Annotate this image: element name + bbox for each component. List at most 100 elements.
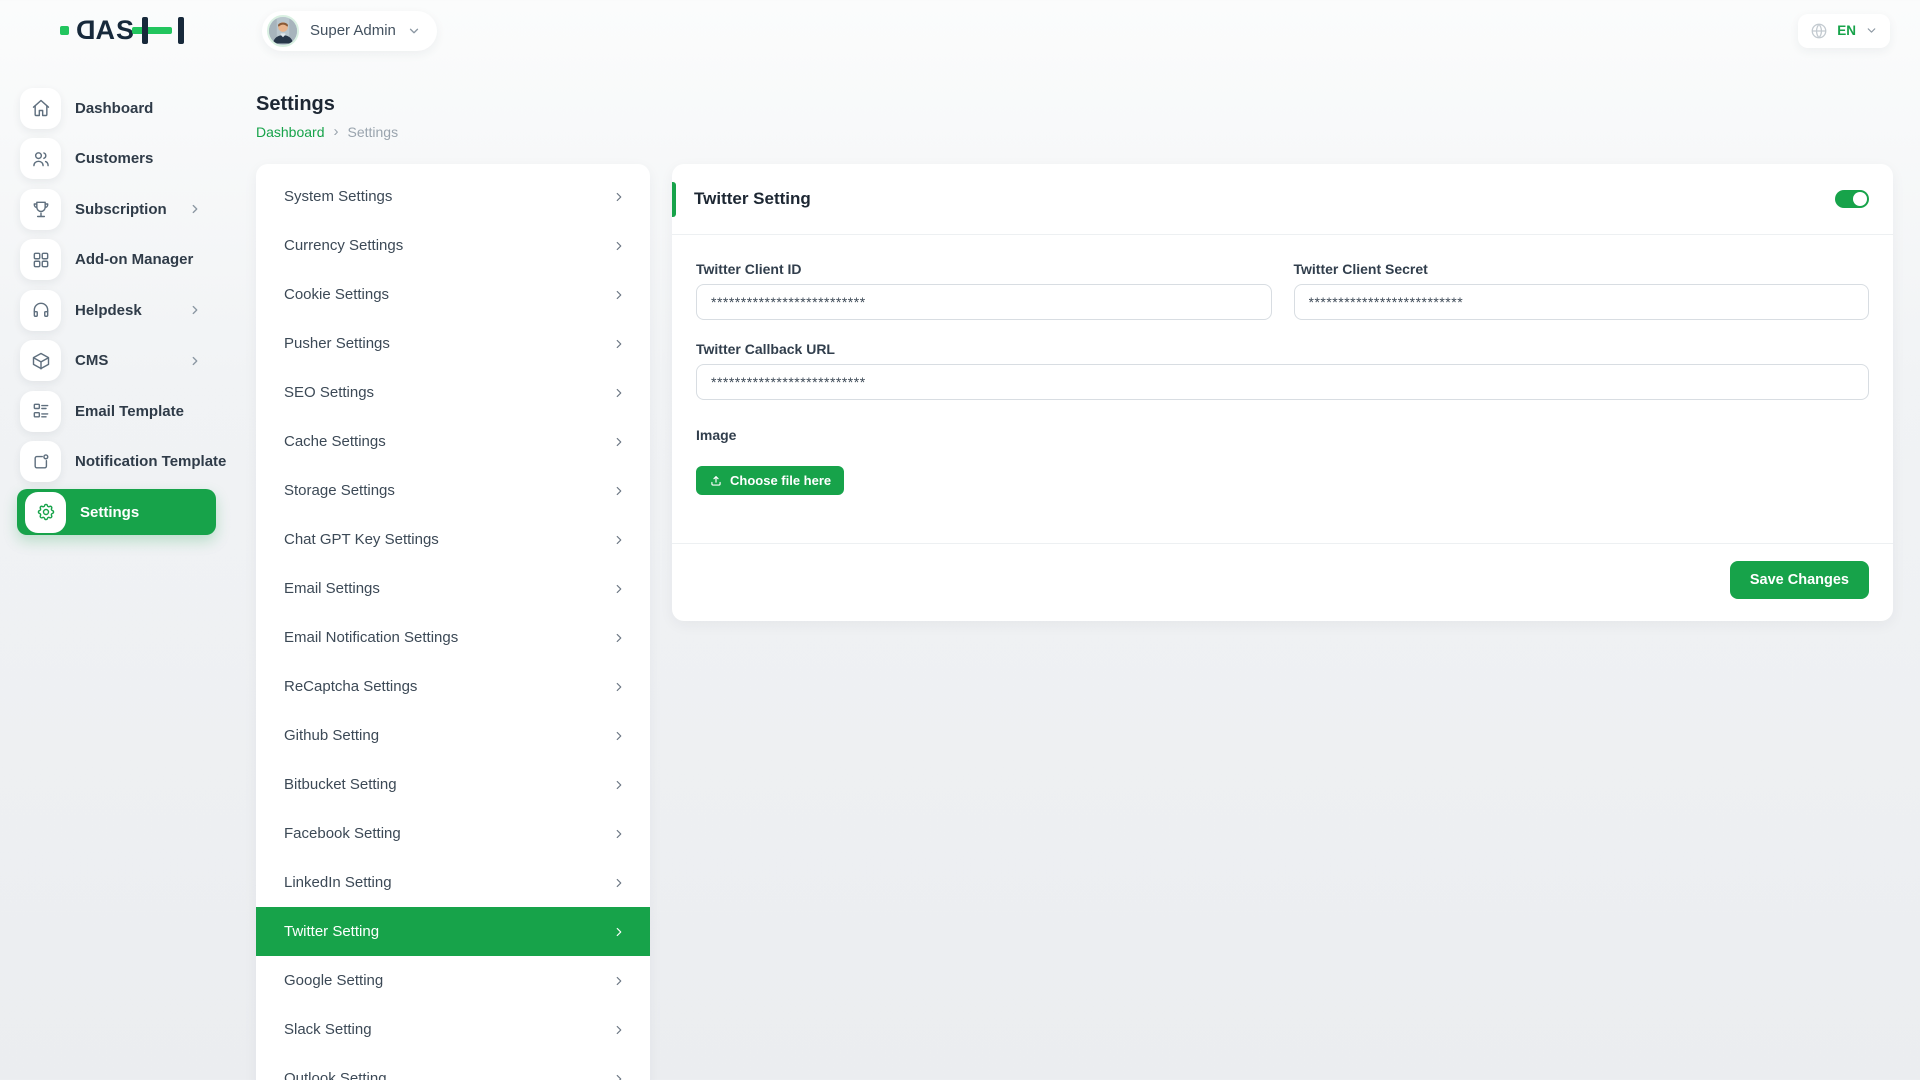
choose-file-button[interactable]: Choose file here [696,466,845,495]
sidebar-item-notification-template[interactable]: Notification Template [0,437,226,488]
chevron-right-icon [188,303,202,317]
settings-nav-item-cookie-settings[interactable]: Cookie Settings [256,270,650,319]
settings-nav-label: Google Setting [284,972,384,989]
chevron-right-icon [612,974,626,988]
settings-nav-item-currency-settings[interactable]: Currency Settings [256,221,650,270]
settings-nav-item-cache-settings[interactable]: Cache Settings [256,417,650,466]
settings-nav-item-facebook-setting[interactable]: Facebook Setting [256,809,650,858]
chevron-right-icon [612,631,626,645]
panel-body: Twitter Client ID Twitter Client Secret … [672,235,1893,495]
settings-nav-item-storage-settings[interactable]: Storage Settings [256,466,650,515]
settings-nav-item-email-settings[interactable]: Email Settings [256,564,650,613]
settings-nav-label: Github Setting [284,727,380,744]
chevron-right-icon [612,190,626,204]
notification-icon [20,441,61,483]
chevron-right-icon [612,1072,626,1080]
upload-icon [709,474,723,488]
sidebar-item-helpdesk[interactable]: Helpdesk [0,285,216,336]
breadcrumb: Dashboard › Settings [256,123,1893,140]
chevron-right-icon [612,533,626,547]
chevron-right-icon [612,729,626,743]
list-details-icon [20,390,61,432]
sidebar-label: Email Template [75,402,184,420]
breadcrumb-dashboard-link[interactable]: Dashboard [256,124,325,140]
field-twitter-client-id: Twitter Client ID [696,261,1272,320]
sidebar-item-addon-manager[interactable]: Add-on Manager [0,235,216,286]
twitter-callback-url-label: Twitter Callback URL [696,341,835,357]
settings-nav-item-slack-setting[interactable]: Slack Setting [256,1005,650,1054]
chevron-right-icon [612,239,626,253]
settings-nav-item-outlook-setting[interactable]: Outlook Setting [256,1054,650,1080]
panel-title: Twitter Setting [694,189,811,208]
twitter-client-secret-input[interactable] [1293,284,1869,320]
settings-nav-item-twitter-setting[interactable]: Twitter Setting [256,907,650,956]
settings-nav-item-system-settings[interactable]: System Settings [256,172,650,221]
grid-icon [20,239,61,281]
chevron-right-icon [612,778,626,792]
sidebar-item-subscription[interactable]: Subscription [0,184,216,235]
settings-nav-item-recaptcha-settings[interactable]: ReCaptcha Settings [256,662,650,711]
chevron-right-icon [188,202,202,216]
settings-nav-label: Slack Setting [284,1021,372,1038]
settings-nav-label: LinkedIn Setting [284,874,392,891]
language-selector[interactable]: EN [1798,13,1890,48]
sidebar-item-email-template[interactable]: Email Template [0,386,216,437]
twitter-client-secret-label: Twitter Client Secret [1293,261,1428,277]
chevron-down-icon [407,24,421,38]
logo-text: D AS [75,15,135,46]
sidebar-label: Add-on Manager [75,251,194,269]
settings-nav-label: Chat GPT Key Settings [284,531,439,548]
sidebar-label: CMS [75,352,109,370]
language-code: EN [1837,23,1856,38]
settings-nav-label: Outlook Setting [284,1070,387,1080]
settings-nav-item-email-notification-settings[interactable]: Email Notification Settings [256,613,650,662]
settings-nav-item-linkedin-setting[interactable]: LinkedIn Setting [256,858,650,907]
sidebar-item-cms[interactable]: CMS [0,336,216,387]
dash-logo[interactable]: D AS [60,15,216,46]
sidebar-label: Customers [75,150,154,168]
settings-nav-label: Bitbucket Setting [284,776,397,793]
settings-nav-label: Pusher Settings [284,335,390,352]
twitter-enable-toggle[interactable] [1835,190,1869,208]
globe-icon [1810,22,1828,40]
settings-nav-label: Email Settings [284,580,380,597]
sidebar-label: Settings [80,503,140,521]
settings-nav-label: Facebook Setting [284,825,401,842]
twitter-client-id-label: Twitter Client ID [696,261,802,277]
twitter-client-id-input[interactable] [696,284,1272,320]
logo-letters-as: AS [95,15,136,45]
sidebar-item-settings[interactable]: Settings [17,489,216,535]
settings-nav-item-bitbucket-setting[interactable]: Bitbucket Setting [256,760,650,809]
sidebar: Dashboard Customers Subscription Add-on … [0,61,226,1080]
chevron-right-icon [612,582,626,596]
gear-icon [25,491,66,533]
breadcrumb-current: Settings [347,123,399,140]
settings-nav-label: Email Notification Settings [284,629,459,646]
headphones-icon [20,289,61,331]
chevron-right-icon [188,354,202,368]
chevron-down-icon [1865,24,1878,37]
user-menu[interactable]: Super Admin [262,10,437,51]
chevron-right-icon [612,337,626,351]
twitter-setting-panel: Twitter Setting Twitter Client ID Twitte… [672,164,1893,621]
sidebar-item-customers[interactable]: Customers [0,134,216,185]
sidebar-item-dashboard[interactable]: Dashboard [0,83,216,134]
settings-nav-item-google-setting[interactable]: Google Setting [256,956,650,1005]
save-changes-button[interactable]: Save Changes [1729,561,1869,599]
trophy-icon [20,188,61,230]
chevron-right-icon [612,680,626,694]
settings-nav-item-chat-gpt-key-settings[interactable]: Chat GPT Key Settings [256,515,650,564]
settings-nav-item-github-setting[interactable]: Github Setting [256,711,650,760]
settings-nav-card: System Settings Currency Settings Cookie… [256,164,650,1080]
breadcrumb-separator: › [333,123,339,140]
twitter-callback-url-input[interactable] [696,364,1869,400]
field-twitter-callback-url: Twitter Callback URL [696,341,1869,400]
image-label: Image [696,427,737,443]
settings-nav-item-seo-settings[interactable]: SEO Settings [256,368,650,417]
panel-header: Twitter Setting [672,164,1893,235]
settings-nav-label: Cookie Settings [284,286,390,303]
settings-nav-item-pusher-settings[interactable]: Pusher Settings [256,319,650,368]
settings-nav-label: ReCaptcha Settings [284,678,418,695]
sidebar-label: Helpdesk [75,301,142,319]
sidebar-label: Notification Template [75,453,227,471]
